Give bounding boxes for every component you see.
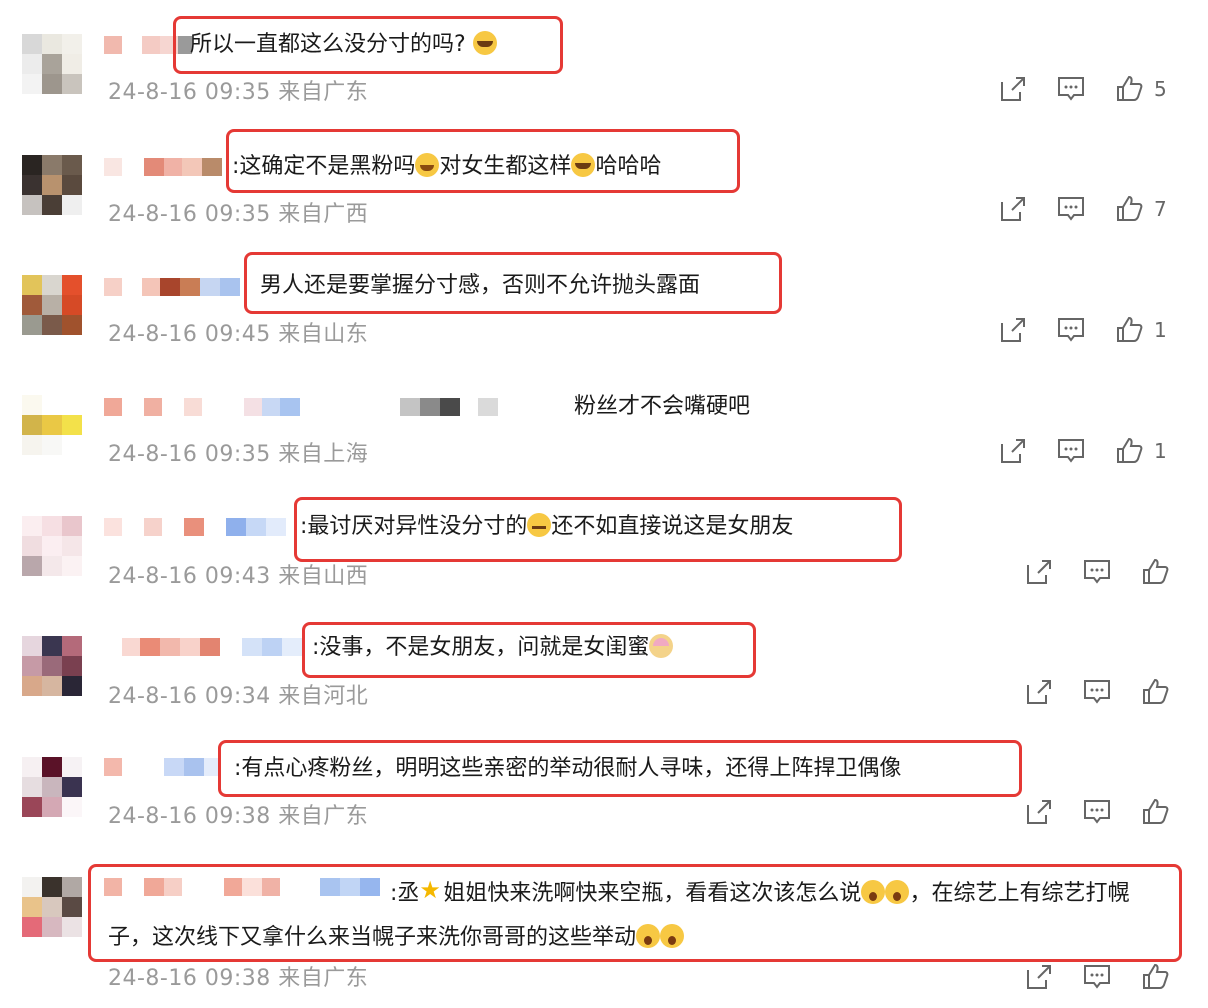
avatar[interactable] [22, 636, 82, 696]
username-mosaic[interactable] [104, 278, 240, 296]
avatar[interactable] [22, 155, 82, 215]
comment-actions [996, 797, 1170, 827]
share-button[interactable] [998, 315, 1028, 345]
share-button[interactable] [1024, 962, 1054, 992]
reply-button[interactable] [1056, 194, 1086, 224]
highlight-box [294, 497, 902, 562]
share-button[interactable] [998, 74, 1028, 104]
comment-meta: 24-8-16 09:45 来自山东 [108, 322, 369, 347]
highlight-box [88, 864, 1182, 962]
comment-icon [1084, 560, 1110, 584]
highlight-box [173, 16, 563, 74]
comment-meta: 24-8-16 09:38 来自广东 [108, 804, 369, 829]
comment-actions: 1 [970, 315, 1167, 345]
highlight-box [302, 622, 756, 678]
comment-actions [996, 677, 1170, 707]
share-button[interactable] [998, 194, 1028, 224]
username-mosaic[interactable] [104, 398, 498, 416]
comment-meta: 24-8-16 09:38 来自广东 [108, 966, 369, 991]
like-count: 5 [1154, 77, 1167, 101]
share-icon [1027, 560, 1051, 584]
avatar[interactable] [22, 516, 82, 576]
comment-actions: 1 [970, 436, 1167, 466]
avatar[interactable] [22, 757, 82, 817]
comment-icon [1058, 197, 1084, 221]
highlight-box [244, 252, 782, 314]
like-count: 7 [1154, 197, 1167, 221]
highlight-box [218, 740, 1022, 797]
username-mosaic[interactable] [122, 638, 302, 656]
comment-icon [1084, 965, 1110, 989]
like-icon [1117, 195, 1143, 221]
like-icon [1117, 437, 1143, 463]
share-button[interactable] [1024, 797, 1054, 827]
username-mosaic[interactable] [104, 158, 222, 176]
comment-actions [996, 557, 1170, 587]
like-button[interactable]: 7 [1114, 194, 1167, 224]
reply-button[interactable] [1082, 797, 1112, 827]
avatar[interactable] [22, 877, 82, 937]
reply-button[interactable] [1056, 436, 1086, 466]
like-icon [1143, 678, 1169, 704]
like-button[interactable] [1140, 557, 1170, 587]
reply-button[interactable] [1082, 962, 1112, 992]
comment-meta: 24-8-16 09:35 来自上海 [108, 442, 369, 467]
comment-actions [996, 962, 1170, 992]
comment-icon [1084, 800, 1110, 824]
like-icon [1117, 316, 1143, 342]
comment-icon [1058, 439, 1084, 463]
avatar[interactable] [22, 275, 82, 335]
comment-actions: 5 [970, 74, 1167, 104]
avatar[interactable] [22, 34, 82, 94]
like-button[interactable]: 5 [1114, 74, 1167, 104]
comment-actions: 7 [970, 194, 1167, 224]
like-count: 1 [1154, 318, 1167, 342]
comment-meta: 24-8-16 09:34 来自河北 [108, 684, 369, 709]
comment-meta: 24-8-16 09:35 来自广西 [108, 202, 369, 227]
like-icon [1143, 963, 1169, 989]
avatar[interactable] [22, 395, 82, 455]
comment-icon [1058, 77, 1084, 101]
reply-button[interactable] [1056, 315, 1086, 345]
reply-button[interactable] [1082, 557, 1112, 587]
comment-icon [1084, 680, 1110, 704]
like-button[interactable] [1140, 677, 1170, 707]
share-icon [1001, 439, 1025, 463]
like-button[interactable]: 1 [1114, 315, 1167, 345]
username-mosaic[interactable] [104, 758, 220, 776]
share-icon [1001, 318, 1025, 342]
reply-button[interactable] [1056, 74, 1086, 104]
like-icon [1143, 798, 1169, 824]
share-icon [1027, 800, 1051, 824]
comment-icon [1058, 318, 1084, 342]
share-icon [1027, 680, 1051, 704]
like-button[interactable] [1140, 962, 1170, 992]
share-button[interactable] [1024, 557, 1054, 587]
highlight-box [226, 129, 740, 193]
like-count: 1 [1154, 439, 1167, 463]
comment-meta: 24-8-16 09:35 来自广东 [108, 80, 369, 105]
share-icon [1001, 197, 1025, 221]
like-button[interactable]: 1 [1114, 436, 1167, 466]
comment-meta: 24-8-16 09:43 来自山西 [108, 564, 369, 589]
like-button[interactable] [1140, 797, 1170, 827]
share-button[interactable] [998, 436, 1028, 466]
like-icon [1143, 558, 1169, 584]
username-mosaic[interactable] [104, 518, 286, 536]
share-button[interactable] [1024, 677, 1054, 707]
reply-button[interactable] [1082, 677, 1112, 707]
share-icon [1001, 77, 1025, 101]
comment-text: 粉丝才不会嘴硬吧 [574, 394, 751, 419]
share-icon [1027, 965, 1051, 989]
like-icon [1117, 75, 1143, 101]
